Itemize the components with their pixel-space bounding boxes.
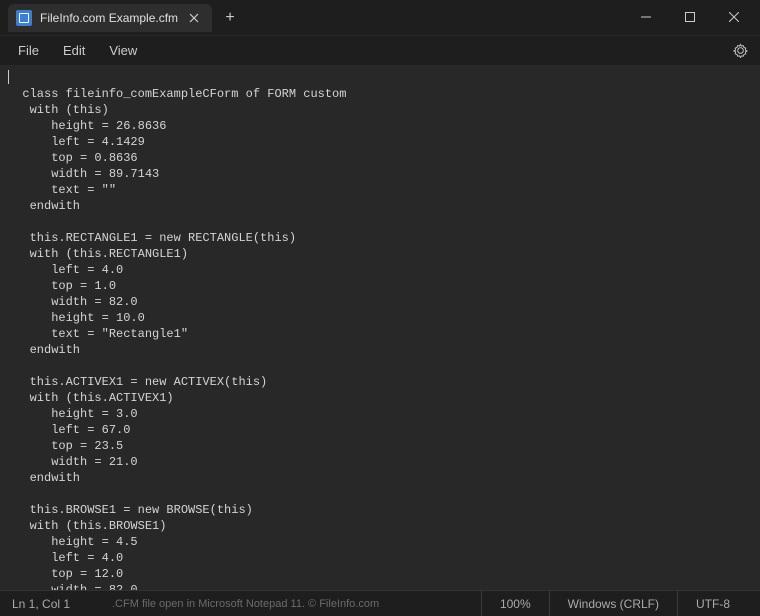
zoom-level[interactable]: 100% [481,591,549,616]
encoding[interactable]: UTF-8 [677,591,748,616]
code-editor[interactable]: class fileinfo_comExampleCForm of FORM c… [0,66,760,590]
minimize-button[interactable] [624,2,668,32]
statusbar: Ln 1, Col 1 .CFM file open in Microsoft … [0,590,760,616]
text-cursor [8,70,9,84]
file-icon [16,10,32,26]
window-controls [624,0,760,32]
tab-title: FileInfo.com Example.cfm [40,11,178,25]
close-tab-button[interactable] [186,10,202,26]
menu-file[interactable]: File [8,39,49,62]
menubar: File Edit View [0,36,760,66]
code-content: class fileinfo_comExampleCForm of FORM c… [8,87,346,590]
tab-strip: FileInfo.com Example.cfm + [8,0,624,32]
file-tab[interactable]: FileInfo.com Example.cfm [8,4,212,32]
gear-icon [733,43,748,58]
cursor-position[interactable]: Ln 1, Col 1 [12,597,102,611]
settings-button[interactable] [728,39,752,63]
menu-edit[interactable]: Edit [53,39,95,62]
new-tab-button[interactable]: + [216,4,244,32]
status-caption: .CFM file open in Microsoft Notepad 11. … [102,598,481,610]
close-window-button[interactable] [712,2,756,32]
maximize-button[interactable] [668,2,712,32]
line-endings[interactable]: Windows (CRLF) [549,591,677,616]
titlebar: FileInfo.com Example.cfm + [0,0,760,36]
menu-view[interactable]: View [99,39,147,62]
